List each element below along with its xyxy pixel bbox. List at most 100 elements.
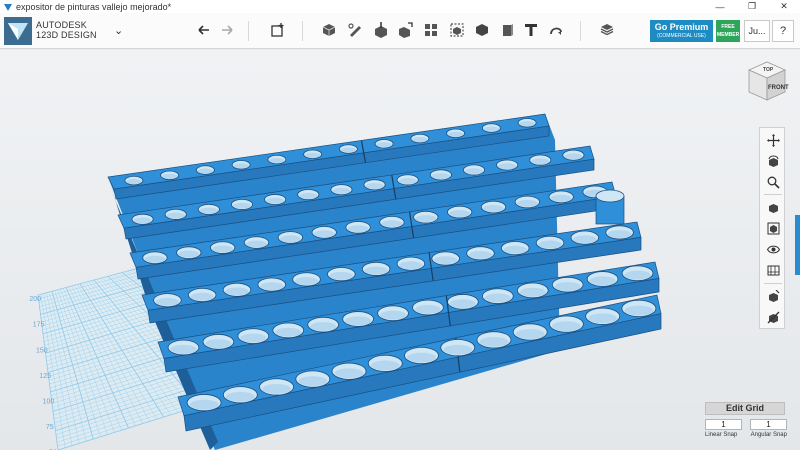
paint-hole-shade xyxy=(205,339,232,349)
paint-hole-shade xyxy=(299,192,318,199)
construct-icon[interactable] xyxy=(370,19,392,41)
premium-sub-label: (COMMERCIAL USE) xyxy=(657,33,706,39)
app-logo-icon[interactable] xyxy=(4,17,32,45)
group-icon[interactable] xyxy=(446,19,468,41)
paint-hole-shade xyxy=(126,179,142,185)
text-icon[interactable] xyxy=(520,19,542,41)
modify-icon[interactable] xyxy=(395,19,417,41)
paint-hole-shade xyxy=(624,270,651,280)
paint-hole-shade xyxy=(262,384,292,394)
cylinder-top xyxy=(595,189,625,203)
paint-hole-shade xyxy=(607,230,632,239)
orbit-icon[interactable] xyxy=(764,152,782,170)
toolbar-separator xyxy=(302,21,303,41)
paint-hole-shade xyxy=(197,168,214,174)
combine-icon[interactable] xyxy=(471,19,493,41)
grid-panel: Edit Grid 1 1 Linear Snap Angular Snap xyxy=(705,402,787,446)
new-primitive-icon[interactable] xyxy=(267,19,289,41)
brand-line1: AUTODESK xyxy=(36,20,87,30)
fit-icon[interactable] xyxy=(764,198,782,216)
materials-view-icon[interactable] xyxy=(764,261,782,279)
paint-hole-shade xyxy=(483,126,500,132)
redo-icon[interactable] xyxy=(216,19,238,41)
paint-hole-shade xyxy=(178,250,200,258)
paint-hole-shade xyxy=(370,360,400,371)
paint-hole-shade xyxy=(310,322,337,331)
measure-icon[interactable] xyxy=(496,19,518,41)
paint-hole-shade xyxy=(415,215,437,223)
pattern-icon[interactable] xyxy=(420,19,442,41)
restore-button[interactable]: ❐ xyxy=(736,0,768,13)
navbar-separator xyxy=(764,283,782,284)
paint-hole-shade xyxy=(433,256,458,265)
paint-hole-shade xyxy=(484,293,511,303)
viewcube-front-label[interactable]: FRONT xyxy=(768,85,789,91)
paint-hole-shade xyxy=(304,152,321,158)
scene-canvas[interactable]: 200175150125100755075100125150175200 xyxy=(0,50,800,450)
paint-hole-shade xyxy=(190,292,214,301)
paint-hole-shade xyxy=(340,147,357,153)
paint-hole-shade xyxy=(144,255,166,263)
paint-hole-shade xyxy=(550,194,572,202)
hide-icon[interactable] xyxy=(764,308,782,326)
paint-rack-model[interactable] xyxy=(107,113,662,450)
materials-icon[interactable] xyxy=(596,19,618,41)
help-button[interactable]: ? xyxy=(772,20,794,42)
paint-hole-shade xyxy=(483,204,504,213)
user-menu-button[interactable]: Ju... xyxy=(744,20,770,42)
paint-hole-shade xyxy=(516,199,538,207)
linear-snap-label: Linear Snap xyxy=(705,432,738,438)
paint-hole-shade xyxy=(347,225,369,233)
paint-hole-shade xyxy=(294,277,319,286)
paint-hole-shade xyxy=(447,131,464,137)
window-title: expositor de pinturas vallejo mejorado* xyxy=(16,1,172,12)
3d-viewport[interactable]: 200175150125100755075100125150175200 xyxy=(0,50,800,450)
paint-hole-shade xyxy=(414,304,442,314)
paint-hole-shade xyxy=(376,142,392,148)
paint-hole-shade xyxy=(240,333,267,343)
primitives-icon[interactable] xyxy=(318,19,340,41)
app-icon xyxy=(4,3,12,11)
viewcube-top-label[interactable]: TOP xyxy=(763,67,774,73)
edit-grid-button[interactable]: Edit Grid xyxy=(705,402,785,415)
paint-hole-shade xyxy=(479,336,509,347)
free-label: FREE xyxy=(721,24,735,30)
scrollbar-edge[interactable] xyxy=(795,215,800,275)
paint-hole-shade xyxy=(464,168,484,175)
paint-hole-shade xyxy=(531,158,550,165)
brand[interactable]: AUTODESK 123D DESIGN xyxy=(36,20,97,40)
paint-hole-shade xyxy=(225,287,249,296)
paint-hole-shade xyxy=(364,266,388,275)
paint-hole-shade xyxy=(498,163,517,170)
zoom-icon[interactable] xyxy=(764,173,782,191)
grid-y-tick-label: 200 xyxy=(29,296,41,303)
paint-hole-shade xyxy=(260,282,284,291)
brand-menu-chevron-icon[interactable]: ⌄ xyxy=(114,24,123,37)
outline-icon[interactable] xyxy=(764,287,782,305)
angular-snap-input[interactable]: 1 xyxy=(750,419,787,430)
linear-snap-input[interactable]: 1 xyxy=(705,419,742,430)
visibility-icon[interactable] xyxy=(764,240,782,258)
snap-icon[interactable] xyxy=(545,19,567,41)
navbar-separator xyxy=(764,194,782,195)
minimize-button[interactable]: — xyxy=(704,0,736,13)
brand-line2: 123D DESIGN xyxy=(36,30,97,40)
grid-y-tick-label: 100 xyxy=(43,398,55,405)
close-button[interactable]: ✕ xyxy=(768,0,800,13)
paint-hole-shade xyxy=(624,305,654,316)
paint-hole-shade xyxy=(189,399,219,410)
view-icon[interactable] xyxy=(764,219,782,237)
paint-hole-shade xyxy=(161,173,178,179)
paint-hole-shade xyxy=(329,271,354,280)
title-bar: expositor de pinturas vallejo mejorado* … xyxy=(0,0,800,13)
paint-hole-shade xyxy=(225,391,255,402)
pan-icon[interactable] xyxy=(764,131,782,149)
paint-hole-shade xyxy=(365,182,384,190)
undo-icon[interactable] xyxy=(193,19,215,41)
go-premium-button[interactable]: Go Premium (COMMERCIAL USE) xyxy=(650,20,713,42)
view-cube[interactable]: TOP FRONT xyxy=(741,58,793,104)
paint-hole-shade xyxy=(588,313,618,324)
paint-hole-shade xyxy=(431,173,450,180)
sketch-icon[interactable] xyxy=(344,19,366,41)
paint-hole-shade xyxy=(468,250,493,259)
